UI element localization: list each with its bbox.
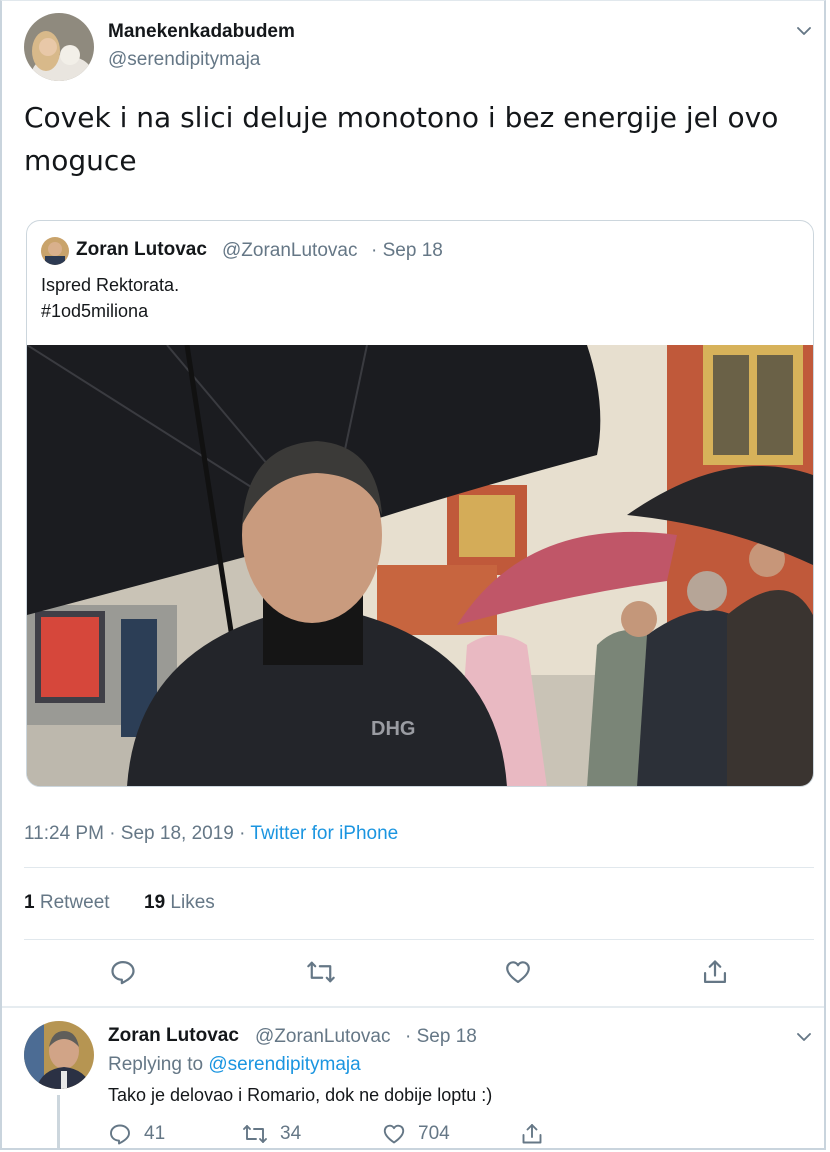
reply-icon[interactable] <box>105 954 141 990</box>
reply-like-count: 704 <box>418 1123 450 1144</box>
retweet-icon[interactable] <box>303 954 339 990</box>
like-count: 19 <box>144 892 166 913</box>
tweet-source-link[interactable]: Twitter for iPhone <box>250 823 398 844</box>
chevron-down-icon[interactable] <box>786 1019 822 1055</box>
reply-date[interactable]: · Sep 18 <box>405 1026 477 1048</box>
like-icon <box>383 1124 405 1144</box>
timestamp-text[interactable]: 11:24 PM · Sep 18, 2019 · <box>24 823 250 844</box>
share-icon <box>522 1124 542 1144</box>
retweet-label: Retweet <box>39 892 110 913</box>
reply-reply-action[interactable]: 41 <box>108 1122 165 1146</box>
quoted-display-name: Zoran Lutovac <box>76 239 207 260</box>
tweet-detail-frame: Manekenkadabudem @serendipitymaja Covek … <box>0 0 826 1150</box>
tweet-text-line-1: Covek i na slici deluje monotono i bez e… <box>24 101 779 134</box>
reply-text: Tako je delovao i Romario, dok ne dobije… <box>108 1085 493 1105</box>
author-display-name[interactable]: Manekenkadabudem <box>108 21 295 43</box>
quoted-text-line-1: Ispred Rektorata. <box>41 275 180 295</box>
reply-icon <box>110 1124 130 1145</box>
chevron-down-icon[interactable] <box>786 13 822 49</box>
quoted-date: · Sep 18 <box>371 240 443 261</box>
reply-display-name[interactable]: Zoran Lutovac <box>108 1025 239 1047</box>
reply-reply-count: 41 <box>144 1123 166 1144</box>
replying-to-line: Replying to @serendipitymaja <box>108 1054 361 1076</box>
replying-to-handle-link[interactable]: @serendipitymaja <box>208 1054 360 1075</box>
quoted-tweet-photo[interactable]: DHG <box>27 345 813 786</box>
reply-retweet-action[interactable]: 34 <box>242 1122 301 1146</box>
reply-share-action[interactable] <box>520 1122 544 1148</box>
reply-handle[interactable]: @ZoranLutovac <box>255 1026 390 1048</box>
reply-thread-line <box>57 1095 60 1148</box>
retweet-count: 1 <box>24 892 35 913</box>
reply-like-action[interactable]: 704 <box>382 1122 450 1146</box>
like-label: Likes <box>170 892 215 913</box>
divider <box>24 939 814 940</box>
share-icon[interactable] <box>697 954 733 990</box>
quoted-tweet-card[interactable]: Zoran Lutovac @ZoranLutovac · Sep 18 Isp… <box>26 220 814 787</box>
reply-author-avatar[interactable] <box>24 1021 94 1089</box>
like-icon[interactable] <box>500 954 536 990</box>
author-handle[interactable]: @serendipitymaja <box>108 49 260 71</box>
author-avatar[interactable] <box>24 13 94 81</box>
quoted-handle: @ZoranLutovac <box>222 240 358 261</box>
jacket-logo-text: DHG <box>371 718 415 740</box>
replying-to-prefix: Replying to <box>108 1054 209 1075</box>
likes-stat[interactable]: 19 Likes <box>144 892 215 914</box>
tweet-timestamp[interactable]: 11:24 PM · Sep 18, 2019 · Twitter for iP… <box>24 823 398 845</box>
reply-retweet-count: 34 <box>280 1123 302 1144</box>
divider <box>24 867 814 868</box>
quoted-author-avatar <box>41 237 69 265</box>
divider <box>2 1006 824 1008</box>
quoted-text-line-2: #1od5miliona <box>41 301 149 321</box>
retweet-stat[interactable]: 1 Retweet <box>24 892 110 914</box>
retweet-icon <box>243 1125 267 1143</box>
tweet-text-line-2: moguce <box>24 144 137 177</box>
